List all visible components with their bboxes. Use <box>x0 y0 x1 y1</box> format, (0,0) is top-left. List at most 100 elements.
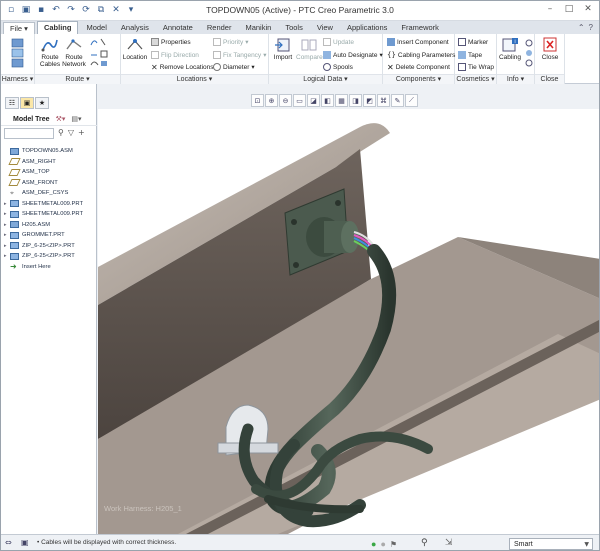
find-icon[interactable]: ⚲ <box>58 128 64 137</box>
locations-group-label[interactable]: Locations ▾ <box>121 74 268 84</box>
harness-group-label[interactable]: Harness ▾ <box>1 74 34 84</box>
tab-model[interactable]: Model <box>80 22 112 34</box>
components-group-label[interactable]: Components ▾ <box>383 74 454 84</box>
info-tools-icon[interactable] <box>524 39 534 69</box>
fix-tangency-button[interactable]: Fix Tangency ▾ <box>213 51 266 59</box>
logical-data-group-label[interactable]: Logical Data ▾ <box>269 74 382 84</box>
tab-framework[interactable]: Framework <box>395 22 445 34</box>
spools-button[interactable]: Spools <box>323 63 353 71</box>
tree-item-asm-top[interactable]: ASM_TOP <box>4 167 96 178</box>
tree-settings-icon[interactable]: ⚒▾ <box>56 115 66 123</box>
tree-item-sheetmetal-2[interactable]: ▸ SHEETMETAL009.PRT <box>4 209 96 220</box>
minimize-ribbon-icon[interactable]: ⌃ <box>578 23 585 32</box>
route-group-label[interactable]: Route ▾ <box>35 74 120 84</box>
tree-item-insert-here[interactable]: ➜ Insert Here <box>4 262 96 273</box>
help-icon[interactable]: ? <box>589 23 593 32</box>
view-manager-icon[interactable]: ▦ <box>335 94 348 107</box>
selection-filter-select[interactable]: Smart ▼ <box>509 538 593 550</box>
close-cabling-button[interactable]: Close <box>537 37 563 61</box>
tree-item-grommet[interactable]: ▸ GROMMET.PRT <box>4 230 96 241</box>
tie-wrap-button[interactable]: Tie Wrap <box>458 63 494 71</box>
tab-view[interactable]: View <box>311 22 339 34</box>
location-button[interactable]: Location <box>122 37 148 61</box>
zoom-out-icon[interactable]: ⊖ <box>279 94 292 107</box>
info-label: Info <box>506 76 519 83</box>
repaint-icon[interactable]: ▭ <box>293 94 306 107</box>
info-arrow-icon: ▾ <box>520 76 525 83</box>
cosmetics-group-label[interactable]: Cosmetics ▾ <box>455 74 496 84</box>
cabling-info-button[interactable]: i Cabling <box>497 37 523 61</box>
info-group-label[interactable]: Info ▾ <box>497 74 534 84</box>
properties-button[interactable]: Properties <box>151 38 191 46</box>
tree-item-sheetmetal-1[interactable]: ▸ SHEETMETAL009.PRT <box>4 199 96 210</box>
harness-tools-icon[interactable] <box>11 38 25 68</box>
perspective-view-icon[interactable]: ◩ <box>363 94 376 107</box>
cabling-info-label: Cabling <box>498 54 522 61</box>
annotation-display-icon[interactable]: ✎ <box>391 94 404 107</box>
tree-item-zip-1[interactable]: ▸ ZIP_6-25<ZIP>.PRT <box>4 241 96 252</box>
datum-display-icon[interactable]: ⌘ <box>377 94 390 107</box>
display-style-icon[interactable]: ◨ <box>349 94 362 107</box>
remove-locations-button[interactable]: ✕ Remove Locations <box>151 63 214 72</box>
find-binoculars-icon[interactable]: ⚲ <box>421 538 428 548</box>
show-navigator-icon[interactable]: ⇔ <box>5 538 16 549</box>
part-icon <box>10 210 19 218</box>
favorites-tab-icon[interactable]: ★ <box>35 97 49 109</box>
tab-cabling[interactable]: Cabling <box>36 21 79 34</box>
tab-tools[interactable]: Tools <box>279 22 309 34</box>
tree-item-asm-right[interactable]: ASM_RIGHT <box>4 157 96 168</box>
close-icon[interactable]: ✕ <box>581 4 595 16</box>
tab-annotate[interactable]: Annotate <box>157 22 199 34</box>
tab-render[interactable]: Render <box>201 22 238 34</box>
saved-orientations-icon[interactable]: ◧ <box>321 94 334 107</box>
reorient-icon[interactable]: ◪ <box>307 94 320 107</box>
part-icon <box>10 242 19 250</box>
insert-component-label: Insert Component <box>397 38 449 46</box>
ribbon-tabs: File ▾ Cabling Model Analysis Annotate R… <box>1 21 599 34</box>
tab-file[interactable]: File ▾ <box>3 22 35 34</box>
delete-component-button[interactable]: ✕ Delete Component <box>387 63 450 72</box>
marker-button[interactable]: Marker <box>458 38 488 46</box>
tab-analysis[interactable]: Analysis <box>115 22 155 34</box>
route-small-tools-icon[interactable] <box>89 37 119 71</box>
tree-item-topdown05-asm[interactable]: TOPDOWN05.ASM <box>4 146 96 157</box>
tree-tab-icon[interactable]: ☷ <box>5 97 19 109</box>
spin-center-icon[interactable]: ⟋ <box>405 94 418 107</box>
flag-icon[interactable]: ⚑ <box>390 540 397 549</box>
diameter-button[interactable]: Diameter ▾ <box>213 63 255 71</box>
tree-item-asm-front[interactable]: ASM_FRONT <box>4 178 96 189</box>
tree-item-label: TOPDOWN05.ASM <box>22 148 73 154</box>
show-browser-icon[interactable]: ▣ <box>21 538 32 549</box>
zoom-in-icon[interactable]: ⊕ <box>265 94 278 107</box>
folder-browser-tab-icon[interactable]: ▣ <box>20 97 34 109</box>
cabling-parameters-button[interactable]: {} Cabling Parameters <box>387 51 455 59</box>
components-arrow-icon: ▾ <box>437 76 442 83</box>
tree-show-icon[interactable]: ▤▾ <box>71 115 81 123</box>
graphics-window[interactable]: Work Harness: H205_1 <box>98 109 599 534</box>
filter-icon[interactable]: ▽ <box>68 128 74 137</box>
tape-button[interactable]: Tape <box>458 51 482 59</box>
maximize-icon[interactable]: □ <box>562 4 576 16</box>
tab-manikin[interactable]: Manikin <box>239 22 277 34</box>
update-button[interactable]: Update <box>323 38 354 46</box>
tree-item-h205-asm[interactable]: ▸ H205.ASM <box>4 220 96 231</box>
tree-item-asm-def-csys[interactable]: ⌖ ASM_DEF_CSYS <box>4 188 96 199</box>
import-button[interactable]: Import <box>270 37 296 61</box>
tab-applications[interactable]: Applications <box>341 22 393 34</box>
selection-toggle-icon[interactable]: ⇲ <box>445 538 453 548</box>
navigator-pane: ☷ ▣ ★ Model Tree ⚒▾ ▤▾ ⚲ ▽ + TOPDOWN05.A… <box>1 84 97 534</box>
refit-icon[interactable]: ⊡ <box>251 94 264 107</box>
route-network-button[interactable]: Route Network <box>61 37 87 68</box>
model-tree-tools: ⚲ ▽ + <box>58 128 85 137</box>
minimize-icon[interactable]: – <box>543 4 557 16</box>
compare-button[interactable]: Compare <box>296 37 323 61</box>
flip-direction-button[interactable]: Flip Direction <box>151 51 199 59</box>
auto-designate-button[interactable]: Auto Designate ▾ <box>323 51 383 59</box>
model-tree-search-input[interactable] <box>4 128 54 139</box>
add-column-icon[interactable]: + <box>78 128 85 137</box>
priority-button[interactable]: Priority ▾ <box>213 38 249 46</box>
tree-item-zip-2[interactable]: ▸ ZIP_6-25<ZIP>.PRT <box>4 251 96 262</box>
insert-component-button[interactable]: Insert Component <box>387 38 449 46</box>
close-cabling-icon <box>543 37 557 52</box>
route-cables-button[interactable]: Route Cables <box>37 37 63 68</box>
